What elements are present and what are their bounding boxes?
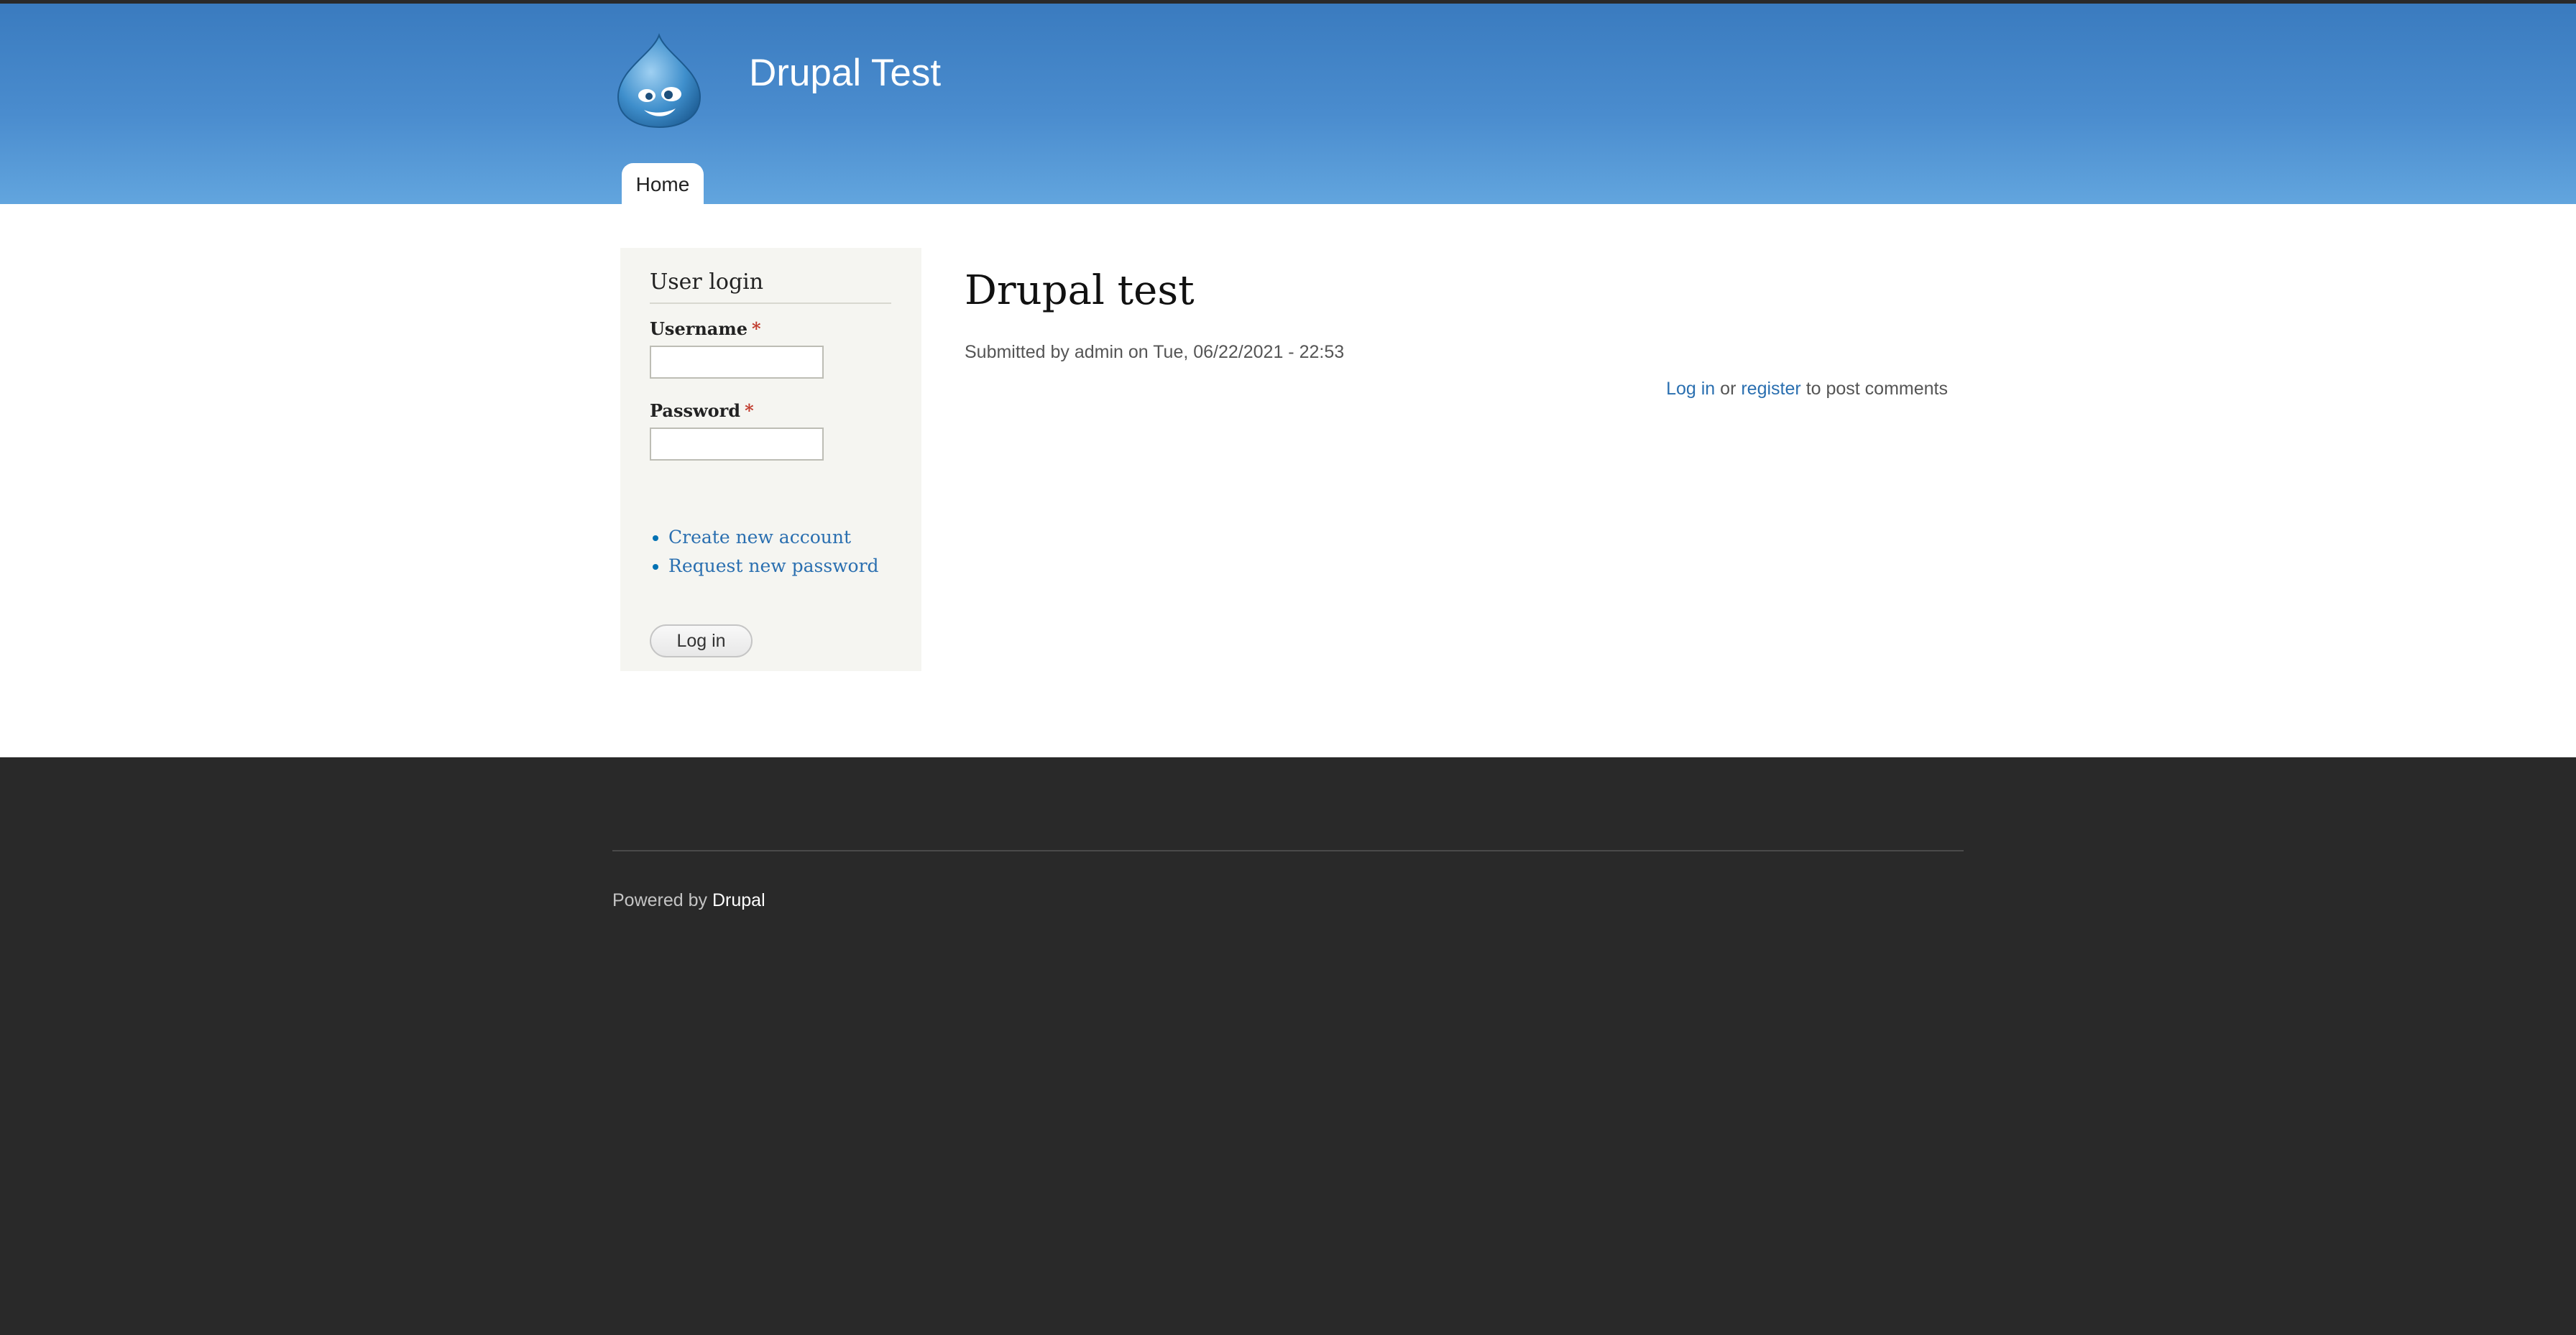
drupal-logo-icon[interactable] bbox=[615, 32, 703, 129]
username-label-text: Username bbox=[650, 318, 748, 339]
password-label-text: Password bbox=[650, 400, 741, 421]
user-login-block: User login Username* Password* Create ne… bbox=[620, 248, 921, 671]
block-title-divider bbox=[650, 302, 891, 304]
username-input[interactable] bbox=[650, 346, 824, 379]
drupal-drop-icon bbox=[617, 32, 702, 129]
username-label: Username * bbox=[650, 318, 761, 339]
submitted-info: Submitted by admin on Tue, 06/22/2021 - … bbox=[965, 342, 1345, 362]
site-name-link[interactable]: Drupal Test bbox=[749, 51, 941, 95]
main-content-area: User login Username* Password* Create ne… bbox=[0, 204, 2576, 757]
username-required-marker: * bbox=[752, 318, 761, 339]
powered-by: Powered by Drupal bbox=[612, 890, 765, 911]
powered-by-prefix: Powered by bbox=[612, 890, 708, 910]
comment-register-link[interactable]: register bbox=[1741, 379, 1800, 399]
tab-home[interactable]: Home bbox=[622, 163, 704, 208]
page-title: Drupal test bbox=[965, 267, 1195, 314]
list-item: Request new password bbox=[668, 555, 879, 577]
comment-or-text: or bbox=[1720, 379, 1736, 399]
comment-login-link[interactable]: Log in bbox=[1666, 379, 1715, 399]
login-submit-button[interactable]: Log in bbox=[650, 624, 753, 657]
block-title: User login bbox=[650, 269, 764, 295]
password-input[interactable] bbox=[650, 428, 824, 461]
site-footer: Powered by Drupal bbox=[0, 757, 2576, 1335]
user-links-list: Create new account Request new password bbox=[650, 527, 879, 584]
request-password-link[interactable]: Request new password bbox=[668, 555, 879, 576]
comment-suffix-text: to post comments bbox=[1806, 379, 1948, 399]
password-required-marker: * bbox=[745, 400, 754, 421]
site-header: Drupal Test Home bbox=[0, 4, 2576, 208]
create-account-link[interactable]: Create new account bbox=[668, 527, 851, 548]
footer-divider bbox=[612, 850, 1964, 851]
drupal-footer-link[interactable]: Drupal bbox=[712, 890, 765, 910]
comment-login-prompt: Log in or register to post comments bbox=[1666, 379, 1948, 399]
password-label: Password * bbox=[650, 400, 754, 421]
list-item: Create new account bbox=[668, 527, 879, 548]
